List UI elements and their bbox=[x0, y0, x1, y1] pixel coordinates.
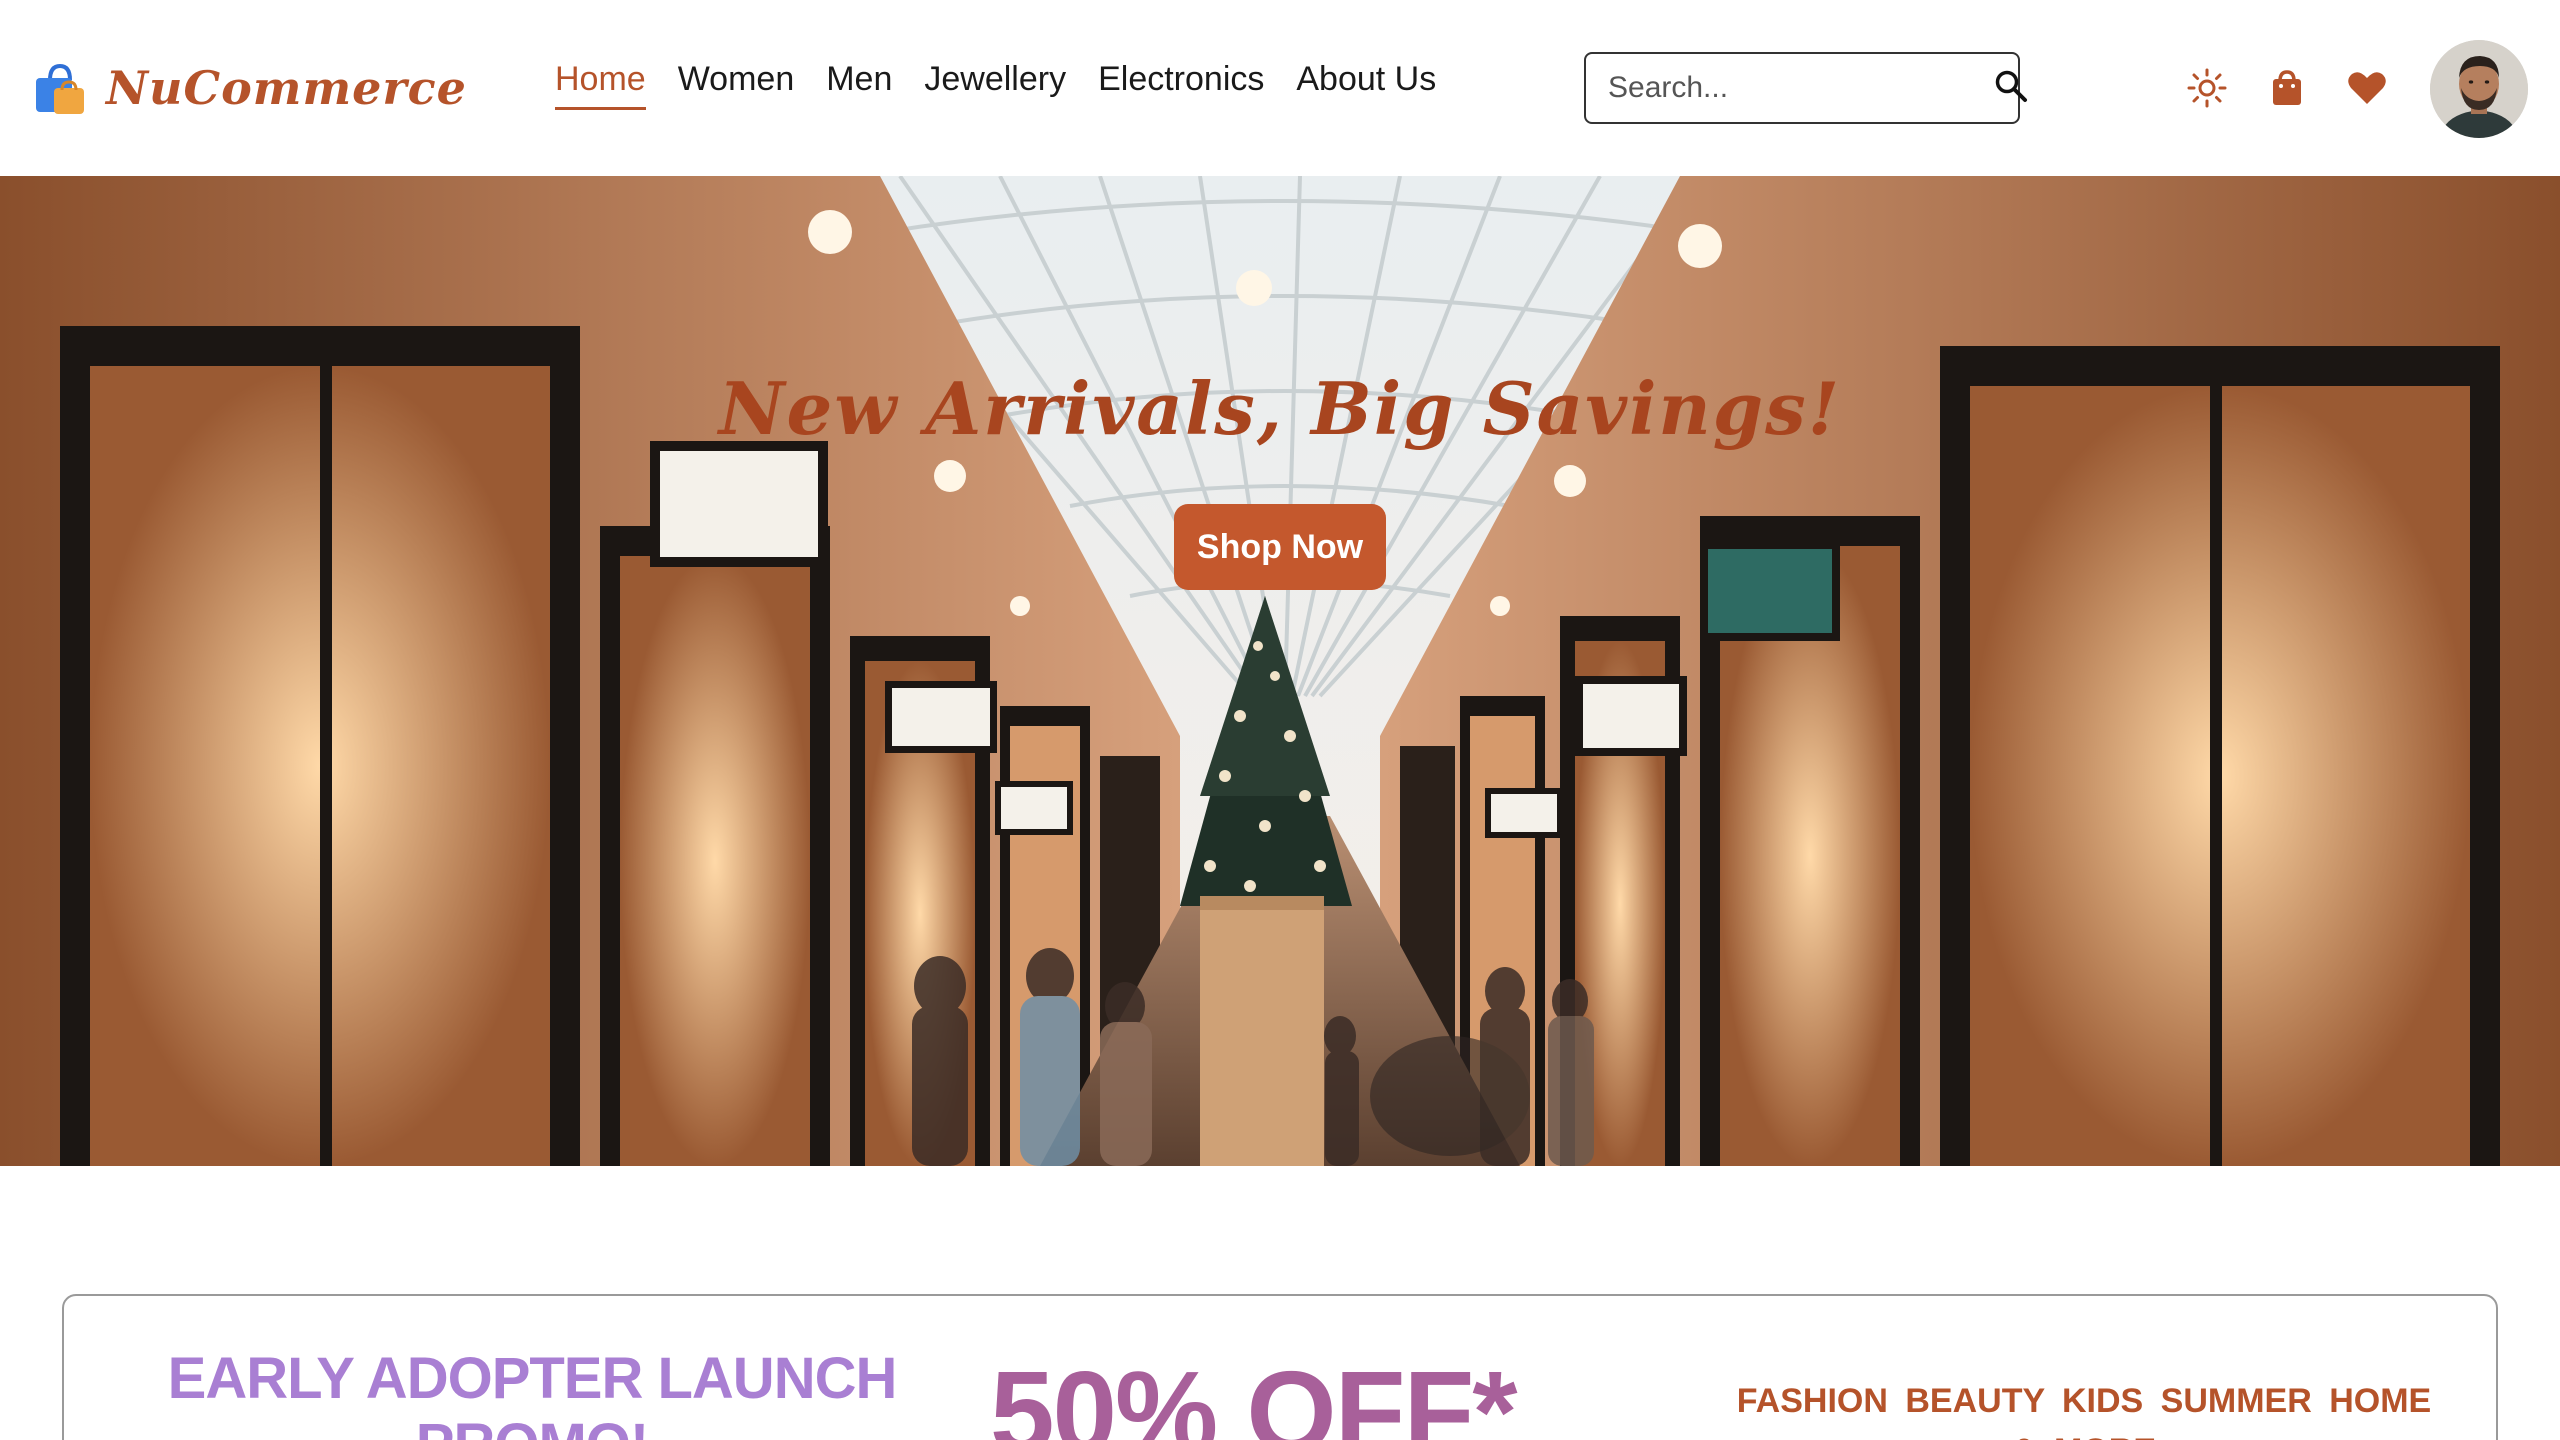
shopping-bag-icon[interactable] bbox=[2261, 62, 2313, 114]
nav-men[interactable]: Men bbox=[826, 60, 892, 110]
sun-icon[interactable] bbox=[2181, 62, 2233, 114]
main-nav: Home Women Men Jewellery Electronics Abo… bbox=[555, 60, 1436, 110]
search-icon[interactable] bbox=[1994, 69, 2028, 108]
user-avatar[interactable] bbox=[2430, 40, 2528, 138]
search-input[interactable] bbox=[1608, 71, 1994, 105]
nav-electronics[interactable]: Electronics bbox=[1098, 60, 1264, 110]
promo-banner[interactable]: EARLY ADOPTER LAUNCH PROMO! 50% OFF* FAS… bbox=[62, 1294, 2498, 1440]
nav-home[interactable]: Home bbox=[555, 60, 646, 110]
shop-now-button[interactable]: Shop Now bbox=[1174, 504, 1386, 590]
heart-icon[interactable] bbox=[2341, 62, 2393, 114]
hero-title: New Arrivals, Big Savings! bbox=[718, 366, 1842, 451]
brand-logo[interactable]: NuCommerce bbox=[32, 56, 467, 120]
nav-about-us[interactable]: About Us bbox=[1296, 60, 1436, 110]
promo-headline: EARLY ADOPTER LAUNCH PROMO! bbox=[167, 1346, 898, 1440]
nav-women[interactable]: Women bbox=[678, 60, 795, 110]
shopping-arcade-image bbox=[0, 176, 2560, 1166]
nav-jewellery[interactable]: Jewellery bbox=[924, 60, 1066, 110]
site-header: NuCommerce Home Women Men Jewellery Elec… bbox=[0, 0, 2560, 176]
brand-name: NuCommerce bbox=[106, 61, 467, 115]
search-box bbox=[1584, 52, 2027, 124]
hero-banner: New Arrivals, Big Savings! Shop Now bbox=[0, 176, 2560, 1166]
shopping-bag-logo-icon bbox=[32, 60, 88, 116]
promo-categories: FASHION BEAUTY KIDS SUMMER HOME & MORE bbox=[1736, 1382, 2432, 1440]
promo-discount: 50% OFF* bbox=[990, 1347, 1517, 1440]
